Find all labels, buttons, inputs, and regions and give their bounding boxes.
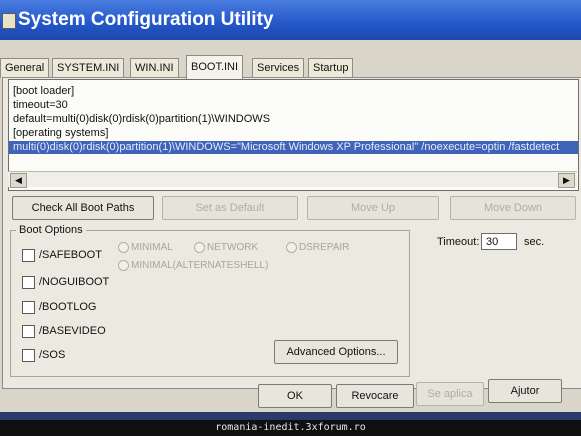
tab-win-ini[interactable]: WIN.INI <box>130 58 179 78</box>
ok-button[interactable]: OK <box>258 384 332 408</box>
tab-general[interactable]: General <box>0 58 50 78</box>
safeboot-label: /SAFEBOOT <box>39 249 102 261</box>
minimal-label: MINIMAL <box>131 242 173 253</box>
boot-options-title: Boot Options <box>16 224 86 236</box>
apply-button[interactable]: Se aplica <box>416 382 484 406</box>
minimal-radio[interactable] <box>118 242 129 253</box>
boot-ini-line[interactable]: default=multi(0)disk(0)rdisk(0)partition… <box>13 113 270 126</box>
advanced-options-button[interactable]: Advanced Options... <box>274 340 398 364</box>
set-as-default-button[interactable]: Set as Default <box>162 196 298 220</box>
check-all-boot-paths-button[interactable]: Check All Boot Paths <box>12 196 154 220</box>
noguiboot-label: /NOGUIBOOT <box>39 276 110 288</box>
scroll-right-icon[interactable]: ▶ <box>558 173 575 188</box>
basevideo-label: /BASEVIDEO <box>39 325 106 337</box>
network-radio[interactable] <box>194 242 205 253</box>
sos-checkbox[interactable] <box>22 349 35 362</box>
tab-system-ini[interactable]: SYSTEM.INI <box>52 58 125 78</box>
cancel-button[interactable]: Revocare <box>336 384 414 408</box>
scroll-left-icon[interactable]: ◀ <box>10 173 27 188</box>
network-label: NETWORK <box>207 242 259 253</box>
timeout-input[interactable]: 30 <box>481 233 517 250</box>
boot-ini-line[interactable]: timeout=30 <box>13 99 68 112</box>
dsrepair-label: DSREPAIR <box>299 242 350 253</box>
boot-ini-line[interactable]: [boot loader] <box>13 85 74 98</box>
minimal-alternateshell-radio[interactable] <box>118 260 129 271</box>
tab-services[interactable]: Services <box>252 58 305 78</box>
tab-strip: General SYSTEM.INI WIN.INI BOOT.INI Serv… <box>0 55 581 79</box>
move-down-button[interactable]: Move Down <box>450 196 576 220</box>
bootlog-checkbox[interactable] <box>22 301 35 314</box>
watermark-footer: romania-inedit.3xforum.ro <box>0 420 581 436</box>
timeout-unit-label: sec. <box>524 236 545 248</box>
noguiboot-checkbox[interactable] <box>22 276 35 289</box>
move-up-button[interactable]: Move Up <box>307 196 439 220</box>
system-configuration-window: System Configuration Utility General SYS… <box>0 0 581 412</box>
horizontal-scrollbar[interactable]: ◀ ▶ <box>8 171 577 188</box>
boot-ini-line-selected[interactable]: multi(0)disk(0)rdisk(0)partition(1)\WIND… <box>9 141 578 154</box>
tab-startup[interactable]: Startup <box>308 58 354 78</box>
tab-boot-ini[interactable]: BOOT.INI <box>186 55 244 79</box>
title-bar[interactable]: System Configuration Utility <box>0 0 581 40</box>
boot-ini-line[interactable]: [operating systems] <box>13 127 108 140</box>
help-button[interactable]: Ajutor <box>488 379 562 403</box>
sos-label: /SOS <box>39 349 66 361</box>
window-title: System Configuration Utility <box>18 9 274 30</box>
timeout-label: Timeout: <box>437 236 480 248</box>
app-icon <box>2 13 16 29</box>
basevideo-checkbox[interactable] <box>22 325 35 338</box>
safeboot-checkbox[interactable] <box>22 249 35 262</box>
bootlog-label: /BOOTLOG <box>39 301 97 313</box>
dsrepair-radio[interactable] <box>286 242 297 253</box>
minimal-alternateshell-label: MINIMAL(ALTERNATESHELL) <box>131 260 269 271</box>
